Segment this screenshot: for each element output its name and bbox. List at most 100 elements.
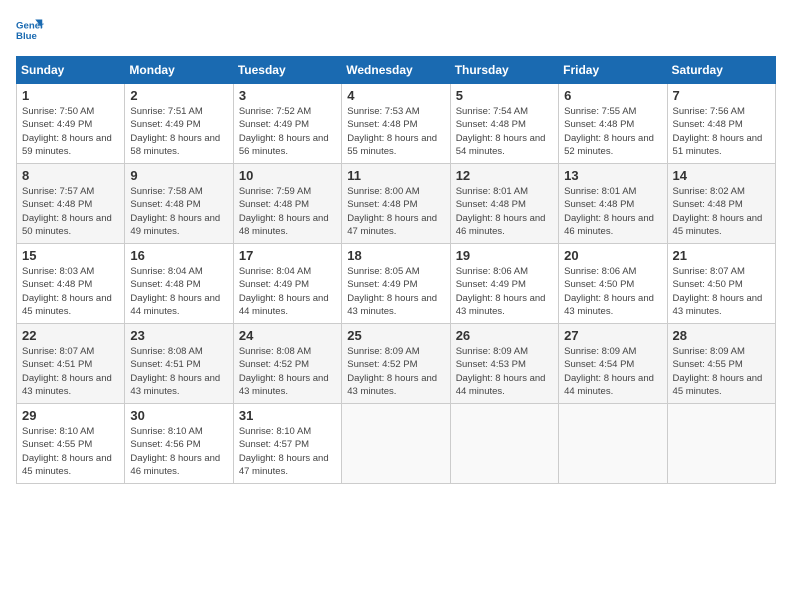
- calendar-cell: 2 Sunrise: 7:51 AMSunset: 4:49 PMDaylight…: [125, 84, 233, 164]
- day-number: 1: [22, 88, 119, 103]
- calendar-cell: 16 Sunrise: 8:04 AMSunset: 4:48 PMDayligh…: [125, 244, 233, 324]
- day-number: 15: [22, 248, 119, 263]
- cell-info: Sunrise: 7:55 AMSunset: 4:48 PMDaylight:…: [564, 106, 654, 157]
- day-number: 22: [22, 328, 119, 343]
- cell-info: Sunrise: 8:08 AMSunset: 4:52 PMDaylight:…: [239, 346, 329, 397]
- col-header-sunday: Sunday: [17, 57, 125, 84]
- cell-info: Sunrise: 8:06 AMSunset: 4:50 PMDaylight:…: [564, 266, 654, 317]
- col-header-friday: Friday: [559, 57, 667, 84]
- day-number: 13: [564, 168, 661, 183]
- cell-info: Sunrise: 7:50 AMSunset: 4:49 PMDaylight:…: [22, 106, 112, 157]
- logo: General Blue: [16, 16, 44, 44]
- calendar-cell: 12 Sunrise: 8:01 AMSunset: 4:48 PMDayligh…: [450, 164, 558, 244]
- cell-info: Sunrise: 8:10 AMSunset: 4:56 PMDaylight:…: [130, 426, 220, 477]
- calendar-cell: 30 Sunrise: 8:10 AMSunset: 4:56 PMDayligh…: [125, 404, 233, 484]
- calendar-cell: 27 Sunrise: 8:09 AMSunset: 4:54 PMDayligh…: [559, 324, 667, 404]
- cell-info: Sunrise: 8:02 AMSunset: 4:48 PMDaylight:…: [673, 186, 763, 237]
- cell-info: Sunrise: 8:10 AMSunset: 4:55 PMDaylight:…: [22, 426, 112, 477]
- day-number: 29: [22, 408, 119, 423]
- day-number: 24: [239, 328, 336, 343]
- svg-text:Blue: Blue: [16, 31, 37, 42]
- calendar-cell: 9 Sunrise: 7:58 AMSunset: 4:48 PMDaylight…: [125, 164, 233, 244]
- col-header-wednesday: Wednesday: [342, 57, 450, 84]
- calendar-cell: [342, 404, 450, 484]
- cell-info: Sunrise: 8:07 AMSunset: 4:51 PMDaylight:…: [22, 346, 112, 397]
- cell-info: Sunrise: 7:56 AMSunset: 4:48 PMDaylight:…: [673, 106, 763, 157]
- page-header: General Blue: [16, 16, 776, 44]
- calendar-cell: 11Sunrise: 8:00 AMSunset: 4:48 PMDayligh…: [342, 164, 450, 244]
- calendar-cell: 22 Sunrise: 8:07 AMSunset: 4:51 PMDayligh…: [17, 324, 125, 404]
- calendar-cell: 4 Sunrise: 7:53 AMSunset: 4:48 PMDaylight…: [342, 84, 450, 164]
- calendar-cell: 8Sunrise: 7:57 AMSunset: 4:48 PMDaylight…: [17, 164, 125, 244]
- cell-info: Sunrise: 8:07 AMSunset: 4:50 PMDaylight:…: [673, 266, 763, 317]
- calendar-cell: [450, 404, 558, 484]
- cell-info: Sunrise: 8:01 AMSunset: 4:48 PMDaylight:…: [564, 186, 654, 237]
- calendar-cell: [667, 404, 775, 484]
- day-number: 21: [673, 248, 770, 263]
- day-number: 12: [456, 168, 553, 183]
- calendar-cell: [559, 404, 667, 484]
- day-number: 27: [564, 328, 661, 343]
- cell-info: Sunrise: 8:08 AMSunset: 4:51 PMDaylight:…: [130, 346, 220, 397]
- day-number: 6: [564, 88, 661, 103]
- calendar-table: SundayMondayTuesdayWednesdayThursdayFrid…: [16, 56, 776, 484]
- day-number: 23: [130, 328, 227, 343]
- cell-info: Sunrise: 8:09 AMSunset: 4:52 PMDaylight:…: [347, 346, 437, 397]
- calendar-cell: 31 Sunrise: 8:10 AMSunset: 4:57 PMDayligh…: [233, 404, 341, 484]
- day-number: 17: [239, 248, 336, 263]
- calendar-cell: 14Sunrise: 8:02 AMSunset: 4:48 PMDayligh…: [667, 164, 775, 244]
- calendar-cell: 7 Sunrise: 7:56 AMSunset: 4:48 PMDaylight…: [667, 84, 775, 164]
- cell-info: Sunrise: 7:54 AMSunset: 4:48 PMDaylight:…: [456, 106, 546, 157]
- cell-info: Sunrise: 8:04 AMSunset: 4:49 PMDaylight:…: [239, 266, 329, 317]
- calendar-cell: 26 Sunrise: 8:09 AMSunset: 4:53 PMDayligh…: [450, 324, 558, 404]
- day-number: 31: [239, 408, 336, 423]
- day-number: 25: [347, 328, 444, 343]
- day-number: 3: [239, 88, 336, 103]
- logo-icon: General Blue: [16, 16, 44, 44]
- calendar-cell: 13 Sunrise: 8:01 AMSunset: 4:48 PMDayligh…: [559, 164, 667, 244]
- day-number: 7: [673, 88, 770, 103]
- calendar-cell: 3Sunrise: 7:52 AMSunset: 4:49 PMDaylight…: [233, 84, 341, 164]
- day-number: 16: [130, 248, 227, 263]
- calendar-cell: 21 Sunrise: 8:07 AMSunset: 4:50 PMDayligh…: [667, 244, 775, 324]
- day-number: 5: [456, 88, 553, 103]
- day-number: 26: [456, 328, 553, 343]
- calendar-cell: 23 Sunrise: 8:08 AMSunset: 4:51 PMDayligh…: [125, 324, 233, 404]
- cell-info: Sunrise: 8:00 AMSunset: 4:48 PMDaylight:…: [347, 186, 437, 237]
- cell-info: Sunrise: 7:51 AMSunset: 4:49 PMDaylight:…: [130, 106, 220, 157]
- calendar-cell: 1 Sunrise: 7:50 AMSunset: 4:49 PMDaylight…: [17, 84, 125, 164]
- day-number: 30: [130, 408, 227, 423]
- calendar-cell: 19 Sunrise: 8:06 AMSunset: 4:49 PMDayligh…: [450, 244, 558, 324]
- cell-info: Sunrise: 8:09 AMSunset: 4:53 PMDaylight:…: [456, 346, 546, 397]
- cell-info: Sunrise: 8:09 AMSunset: 4:54 PMDaylight:…: [564, 346, 654, 397]
- col-header-monday: Monday: [125, 57, 233, 84]
- calendar-week-5: 29 Sunrise: 8:10 AMSunset: 4:55 PMDayligh…: [17, 404, 776, 484]
- calendar-cell: 24 Sunrise: 8:08 AMSunset: 4:52 PMDayligh…: [233, 324, 341, 404]
- cell-info: Sunrise: 8:06 AMSunset: 4:49 PMDaylight:…: [456, 266, 546, 317]
- day-number: 2: [130, 88, 227, 103]
- calendar-cell: 25 Sunrise: 8:09 AMSunset: 4:52 PMDayligh…: [342, 324, 450, 404]
- day-number: 18: [347, 248, 444, 263]
- day-number: 10: [239, 168, 336, 183]
- cell-info: Sunrise: 8:03 AMSunset: 4:48 PMDaylight:…: [22, 266, 112, 317]
- calendar-cell: 18 Sunrise: 8:05 AMSunset: 4:49 PMDayligh…: [342, 244, 450, 324]
- day-number: 28: [673, 328, 770, 343]
- calendar-cell: 5 Sunrise: 7:54 AMSunset: 4:48 PMDaylight…: [450, 84, 558, 164]
- calendar-cell: 28 Sunrise: 8:09 AMSunset: 4:55 PMDayligh…: [667, 324, 775, 404]
- cell-info: Sunrise: 8:04 AMSunset: 4:48 PMDaylight:…: [130, 266, 220, 317]
- day-number: 4: [347, 88, 444, 103]
- cell-info: Sunrise: 8:01 AMSunset: 4:48 PMDaylight:…: [456, 186, 546, 237]
- cell-info: Sunrise: 7:59 AMSunset: 4:48 PMDaylight:…: [239, 186, 329, 237]
- cell-info: Sunrise: 7:53 AMSunset: 4:48 PMDaylight:…: [347, 106, 437, 157]
- day-number: 8: [22, 168, 119, 183]
- calendar-cell: 17 Sunrise: 8:04 AMSunset: 4:49 PMDayligh…: [233, 244, 341, 324]
- calendar-week-3: 15 Sunrise: 8:03 AMSunset: 4:48 PMDayligh…: [17, 244, 776, 324]
- day-number: 9: [130, 168, 227, 183]
- cell-info: Sunrise: 8:09 AMSunset: 4:55 PMDaylight:…: [673, 346, 763, 397]
- cell-info: Sunrise: 8:05 AMSunset: 4:49 PMDaylight:…: [347, 266, 437, 317]
- calendar-cell: 29 Sunrise: 8:10 AMSunset: 4:55 PMDayligh…: [17, 404, 125, 484]
- calendar-week-4: 22 Sunrise: 8:07 AMSunset: 4:51 PMDayligh…: [17, 324, 776, 404]
- day-number: 19: [456, 248, 553, 263]
- cell-info: Sunrise: 8:10 AMSunset: 4:57 PMDaylight:…: [239, 426, 329, 477]
- cell-info: Sunrise: 7:58 AMSunset: 4:48 PMDaylight:…: [130, 186, 220, 237]
